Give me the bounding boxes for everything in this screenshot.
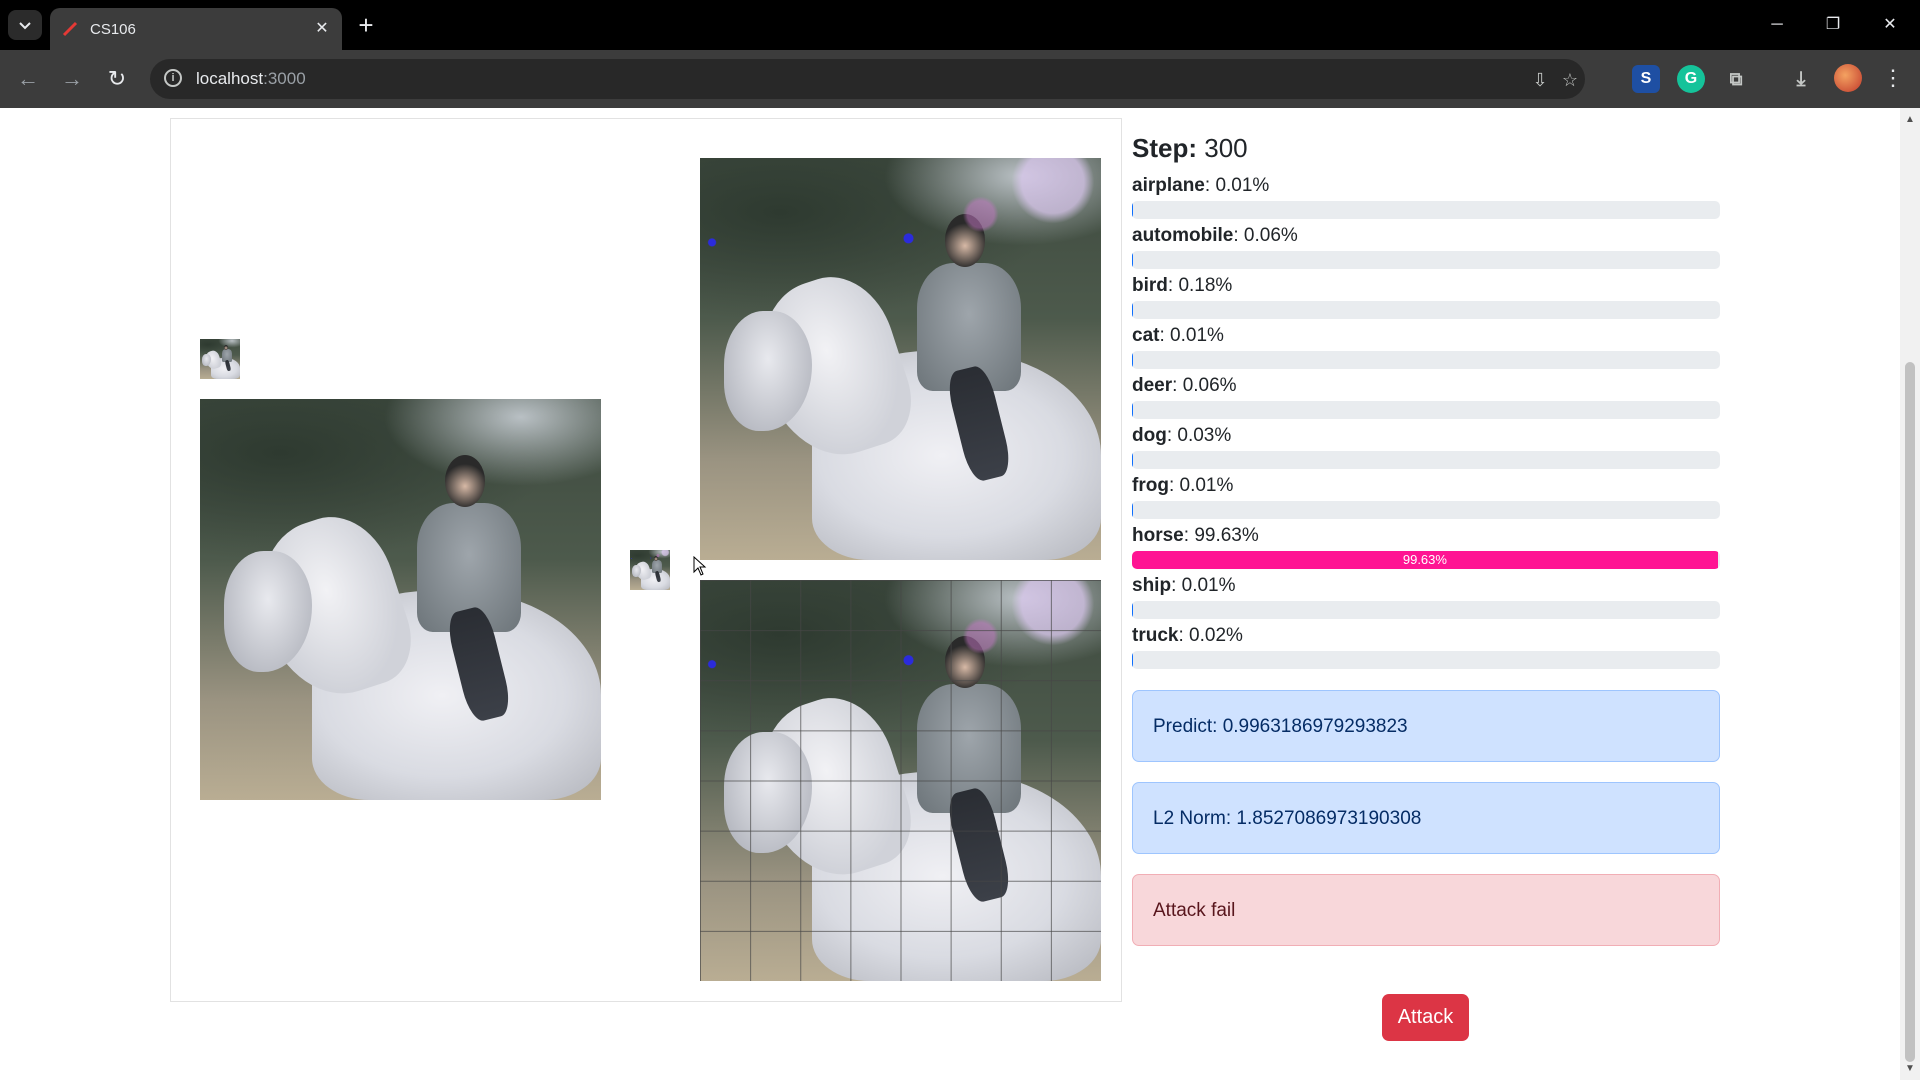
probability-bar [1132,601,1720,619]
prediction-panel: Step: 300 airplane: 0.01% automobile: 0.0… [1132,130,1720,946]
scroll-thumb[interactable] [1905,362,1915,1062]
class-row-bird: bird: 0.18% [1132,270,1720,320]
class-label: ship: 0.01% [1132,575,1236,596]
favicon-icon [62,21,78,37]
class-label: frog: 0.01% [1132,475,1234,496]
arrow-left-icon: ← [17,66,39,91]
reload-icon: ↻ [107,66,127,91]
address-bar[interactable]: i localhost:3000 ⇩ ☆ [150,59,1585,99]
adversarial-thumbnail [630,550,670,590]
restore-button[interactable]: ❐ [1813,10,1853,40]
class-label: bird: 0.18% [1132,275,1233,296]
predict-alert: Predict: 0.9963186979293823 [1132,690,1720,762]
class-label: horse: 99.63% [1132,525,1259,546]
class-row-truck: truck: 0.02% [1132,620,1720,670]
class-probability-list: airplane: 0.01% automobile: 0.06% bird: 0.… [1132,170,1720,670]
extensions-puzzle-icon[interactable]: ⧉ [1722,65,1750,93]
grammarly-icon[interactable]: G [1677,65,1705,93]
class-row-cat: cat: 0.01% [1132,320,1720,370]
probability-bar: 99.63% [1132,551,1720,569]
probability-bar-fill [1132,651,1133,669]
probability-bar [1132,251,1720,269]
original-thumbnail [200,339,240,379]
class-row-ship: ship: 0.01% [1132,570,1720,620]
url-text: localhost:3000 [196,69,306,88]
info-icon[interactable]: i [164,69,182,87]
probability-bar-fill: 99.63% [1132,551,1718,569]
l2-norm-alert: L2 Norm: 1.8527086973190308 [1132,782,1720,854]
class-label: cat: 0.01% [1132,325,1224,346]
adversarial-grid-image [700,580,1101,981]
class-label: airplane: 0.01% [1132,175,1270,196]
forward-button[interactable]: → [56,63,88,95]
pixel-grid [700,580,1101,981]
back-button[interactable]: ← [12,63,44,95]
probability-bar-fill [1132,351,1133,369]
class-row-horse: horse: 99.63% 99.63% [1132,520,1720,570]
probability-bar [1132,301,1720,319]
minimize-button[interactable]: ─ [1757,10,1797,40]
arrow-right-icon: → [61,66,83,91]
class-row-airplane: airplane: 0.01% [1132,170,1720,220]
probability-bar-fill [1132,251,1133,269]
original-image [200,399,601,800]
probability-bar-fill [1132,201,1133,219]
chevron-down-icon [19,22,31,30]
page-scrollbar[interactable]: ▲ ▼ [1900,108,1920,1080]
class-row-frog: frog: 0.01% [1132,470,1720,520]
probability-bar [1132,201,1720,219]
bookmark-star-icon[interactable]: ☆ [1558,68,1582,92]
menu-dots-icon[interactable]: ⋮ [1882,62,1904,94]
new-tab-button[interactable]: + [352,12,380,40]
probability-bar [1132,651,1720,669]
class-row-automobile: automobile: 0.06% [1132,220,1720,270]
probability-bar [1132,351,1720,369]
profile-avatar[interactable] [1834,64,1862,92]
attack-button[interactable]: Attack [1382,994,1469,1041]
probability-bar-fill [1132,601,1133,619]
download-icon[interactable]: ⤓ [1787,65,1815,93]
tab-strip: CS106 ✕ + ─ ❐ ✕ [0,0,1920,50]
class-label: truck: 0.02% [1132,625,1243,646]
adversarial-image [700,158,1101,560]
attack-status-alert: Attack fail [1132,874,1720,946]
probability-bar-fill [1132,301,1134,319]
class-label: deer: 0.06% [1132,375,1237,396]
mouse-cursor-icon [693,556,707,576]
probability-bar-fill [1132,451,1133,469]
install-app-icon[interactable]: ⇩ [1528,68,1552,92]
class-row-deer: deer: 0.06% [1132,370,1720,420]
tab-search-button[interactable] [8,10,42,40]
scroll-down-icon[interactable]: ▼ [1905,1063,1915,1074]
step-counter: Step: 300 [1132,133,1248,163]
browser-toolbar: ← → ↻ i localhost:3000 ⇩ ☆ S G ⧉ ⤓ ⋮ [0,50,1920,108]
probability-bar [1132,501,1720,519]
reload-button[interactable]: ↻ [101,63,133,95]
probability-bar [1132,401,1720,419]
probability-bar [1132,451,1720,469]
probability-bar-fill [1132,401,1133,419]
probability-bar-fill [1132,501,1133,519]
class-row-dog: dog: 0.03% [1132,420,1720,470]
scroll-up-icon[interactable]: ▲ [1905,114,1915,125]
close-window-button[interactable]: ✕ [1870,10,1910,40]
extension-s-icon[interactable]: S [1632,65,1660,93]
class-label: dog: 0.03% [1132,425,1232,446]
close-icon[interactable]: ✕ [312,19,332,39]
class-label: automobile: 0.06% [1132,225,1298,246]
tab-title: CS106 [90,21,136,38]
tab-active[interactable]: CS106 ✕ [50,8,342,50]
